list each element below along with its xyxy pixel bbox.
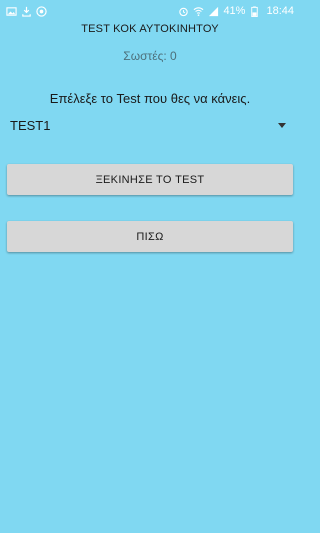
battery-percentage: 41% bbox=[223, 5, 246, 17]
alarm-icon bbox=[178, 6, 189, 17]
back-button[interactable]: ΠΙΣΩ bbox=[7, 221, 293, 252]
signal-icon bbox=[208, 6, 219, 17]
dropdown-arrow-icon bbox=[278, 122, 286, 128]
wifi-icon bbox=[193, 6, 204, 17]
selected-test-value: TEST1 bbox=[10, 117, 51, 133]
download-icon bbox=[21, 6, 32, 17]
status-left bbox=[6, 5, 47, 17]
clock: 18:44 bbox=[266, 5, 294, 17]
status-bar: 41% 18:44 bbox=[0, 0, 300, 22]
select-test-prompt: Επέλεξε το Test που θες να κάνεις. bbox=[49, 91, 251, 106]
status-right: 41% 18:44 bbox=[178, 5, 294, 17]
score-label: Σωστές: 0 bbox=[123, 49, 177, 63]
image-icon bbox=[6, 6, 17, 17]
battery-icon bbox=[249, 5, 260, 17]
app-circle-icon bbox=[36, 5, 47, 17]
app-title: TEST ΚΟΚ ΑΥΤΟΚΙΝΗΤΟΥ bbox=[81, 23, 219, 35]
test-selector-dropdown[interactable]: TEST1 bbox=[0, 112, 300, 138]
start-test-button[interactable]: ΞΕΚΙΝΗΣΕ ΤΟ TEST bbox=[7, 164, 293, 195]
